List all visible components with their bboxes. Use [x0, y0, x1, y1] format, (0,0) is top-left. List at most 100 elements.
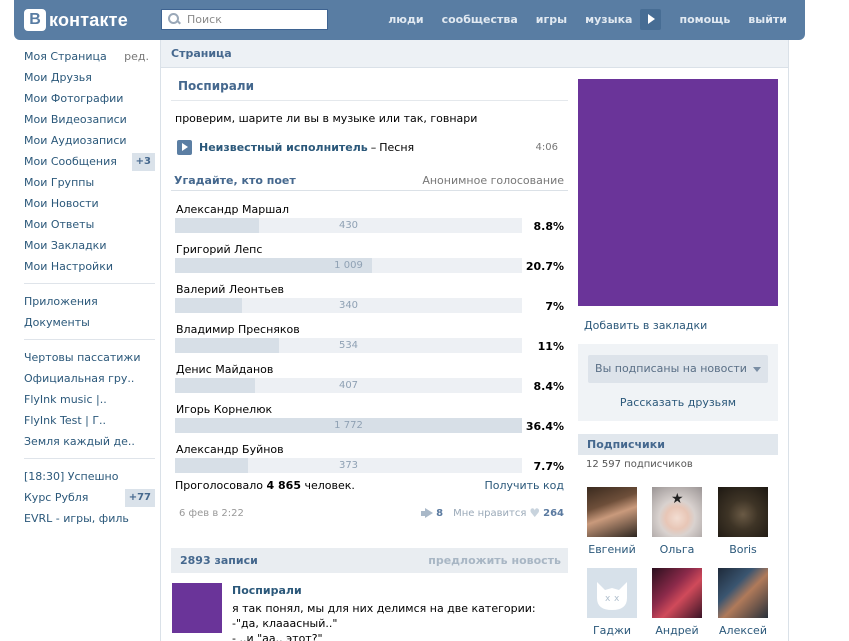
edit-link[interactable]: ред. [124, 50, 155, 63]
audio-track: Неизвестный исполнитель – Песня 4:06 [171, 138, 568, 156]
subscriber-avatar[interactable]: ★ [652, 487, 702, 537]
poll-bar: 430 [175, 218, 522, 233]
play-icon[interactable] [177, 139, 192, 155]
post-meta: 6 фев в 2:22 8 Мне нравится ♥ 264 [171, 505, 568, 521]
player-play-icon[interactable] [640, 8, 662, 30]
audio-duration: 4:06 [535, 141, 558, 153]
post-avatar[interactable] [172, 583, 222, 633]
sidebar-item-label: Мои Аудиозаписи [24, 134, 127, 147]
poll-option-name: Денис Майданов [176, 363, 274, 376]
nav-music[interactable]: музыка [585, 13, 632, 26]
sidebar-item-community[interactable]: FlyInk Test | Г.. [14, 410, 155, 431]
audio-artist[interactable]: Неизвестный исполнитель [199, 141, 368, 154]
sidebar-item-news[interactable]: Мои Новости [14, 193, 155, 214]
sidebar-item-community[interactable]: Чертовы пассатижи [14, 347, 155, 368]
add-bookmark-link[interactable]: Добавить в закладки [584, 319, 707, 332]
sidebar-item-documents[interactable]: Документы [14, 312, 155, 333]
subscriber-name[interactable]: Евгений [586, 543, 638, 556]
sidebar-item-label: Мои Фотографии [24, 92, 124, 105]
subscriber-avatar[interactable] [587, 487, 637, 537]
subscribed-button[interactable]: Вы подписаны на новости [588, 355, 768, 383]
subscriber[interactable]: Андрей [651, 568, 703, 637]
top-header: В контакте люди сообщества игры музыка п… [14, 0, 805, 40]
share-icon[interactable] [421, 508, 434, 518]
post-text-line: я так понял, мы для них делимся на две к… [232, 602, 536, 615]
poll-total-suffix: человек. [304, 479, 355, 492]
poll-option-votes: 340 [338, 300, 359, 311]
sidebar-item-label: EVRL - игры, филь [24, 512, 129, 525]
sidebar-item-label: Мои Видеозаписи [24, 113, 127, 126]
heart-icon[interactable]: ♥ [529, 506, 540, 520]
sidebar-item-groups[interactable]: Мои Группы [14, 172, 155, 193]
subscriber-name[interactable]: Андрей [651, 624, 703, 637]
sidebar-item-videos[interactable]: Мои Видеозаписи [14, 109, 155, 130]
sidebar-item-friends[interactable]: Мои Друзья [14, 67, 155, 88]
wall-post-count[interactable]: 2893 записи [180, 554, 258, 567]
post-date[interactable]: 6 фев в 2:22 [179, 508, 244, 519]
post-author-link[interactable]: Поспирали [171, 77, 568, 101]
suggest-news-link[interactable]: предложить новость [428, 554, 561, 567]
subscriber-avatar[interactable] [652, 568, 702, 618]
post-author-name: Поспирали [178, 79, 254, 93]
subscriber-name[interactable]: Алексей [717, 624, 769, 637]
poll-option-name: Игорь Корнелюк [176, 403, 273, 416]
sidebar-item-photos[interactable]: Мои Фотографии [14, 88, 155, 109]
sidebar-item-audio[interactable]: Мои Аудиозаписи [14, 130, 155, 151]
poll-bar: 1 772 [175, 418, 522, 433]
subscriber-name[interactable]: Ольга [651, 543, 703, 556]
post-author-name[interactable]: Поспирали [232, 584, 562, 601]
poll-footer: Проголосовало 4 865 человек. Получить ко… [171, 479, 568, 497]
poll-option: Владимир Пресняков 534 11% [171, 318, 568, 358]
post-text: проверим, шарите ли вы в музыке или так,… [175, 112, 478, 125]
poll-type: Анонимное голосование [422, 174, 564, 187]
poll-option: Валерий Леонтьев 340 7% [171, 278, 568, 318]
poll-total-prefix: Проголосовало [175, 479, 264, 492]
sidebar-item-community[interactable]: Земля каждый де.. [14, 431, 155, 452]
subscriber-avatar[interactable]: x x [587, 568, 637, 618]
svg-text:x: x [614, 594, 620, 604]
sidebar-item-label: Мои Группы [24, 176, 95, 189]
like-button[interactable]: Мне нравится [453, 508, 526, 519]
audio-dash: – [370, 140, 377, 154]
nav-games[interactable]: игры [536, 13, 567, 26]
subscriber[interactable]: x x Гаджи [586, 568, 638, 637]
tell-friends-link[interactable]: Рассказать друзьям [578, 396, 778, 409]
sidebar-item-answers[interactable]: Мои Ответы [14, 214, 155, 235]
poll-option-percent: 8.4% [533, 380, 564, 393]
nav-help[interactable]: помощь [679, 13, 730, 26]
nav-logout[interactable]: выйти [748, 13, 787, 26]
nav-communities[interactable]: сообщества [442, 13, 518, 26]
sidebar-item-app[interactable]: EVRL - игры, филь [14, 508, 155, 529]
sidebar-item-label: Чертовы пассатижи [24, 351, 141, 364]
subscriber[interactable]: Алексей [717, 568, 769, 637]
subscribers-header[interactable]: Подписчики [578, 434, 778, 455]
subscribers-count: 12 597 подписчиков [586, 459, 693, 470]
subscriber[interactable]: Boris [717, 487, 769, 556]
sidebar-item-label: Документы [24, 316, 90, 329]
search-input[interactable] [187, 10, 327, 29]
sidebar-item-label: FlyInk music |.. [24, 393, 107, 406]
subscriber-avatar[interactable] [718, 568, 768, 618]
subscriber-avatar[interactable] [718, 487, 768, 537]
subscriber[interactable]: Евгений [586, 487, 638, 556]
subscriber[interactable]: ★ Ольга [651, 487, 703, 556]
sidebar-item-settings[interactable]: Мои Настройки [14, 256, 155, 277]
get-code-link[interactable]: Получить код [484, 479, 564, 497]
like-count: 264 [543, 507, 564, 519]
subscriber-name[interactable]: Гаджи [586, 624, 638, 637]
sidebar-item-community[interactable]: FlyInk music |.. [14, 389, 155, 410]
sidebar-item-label: Мои Закладки [24, 239, 107, 252]
community-photo[interactable] [578, 79, 778, 306]
poll-option-percent: 20.7% [525, 260, 564, 273]
sidebar-item-app[interactable]: [18:30] Успешно [14, 466, 155, 487]
subscriber-name[interactable]: Boris [717, 543, 769, 556]
nav-people[interactable]: люди [388, 13, 423, 26]
sidebar-item-messages[interactable]: Мои Сообщения +3 [14, 151, 155, 172]
sidebar-item-app[interactable]: Курс Рубля +77 [14, 487, 155, 508]
vk-logo[interactable]: В контакте [24, 8, 128, 32]
sidebar-item-apps[interactable]: Приложения [14, 291, 155, 312]
poll-option-name: Александр Маршал [176, 203, 290, 216]
sidebar-item-community[interactable]: Официальная гру.. [14, 368, 155, 389]
sidebar-item-my-page[interactable]: Моя Страница ред. [14, 46, 155, 67]
sidebar-item-bookmarks[interactable]: Мои Закладки [14, 235, 155, 256]
